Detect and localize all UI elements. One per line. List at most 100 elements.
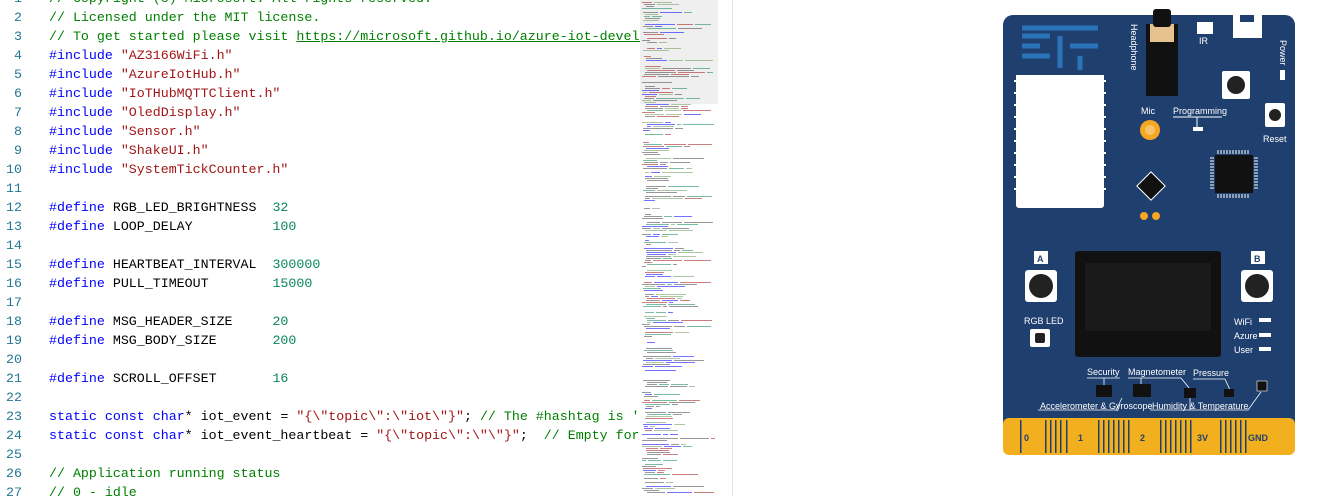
code-line[interactable]: 2 // Licensed under the MIT license. [0,8,640,27]
programming-led [1193,127,1203,131]
minimap-line [642,90,659,91]
code-token: const [104,428,153,443]
code-token: "IoTHubMQTTClient.h" [120,86,281,101]
minimap-line [645,408,652,409]
code-line[interactable]: 5 #include "AzureIotHub.h" [0,65,640,84]
minimap-line [680,438,709,439]
minimap-line [643,160,657,161]
code-token: char [152,428,185,443]
code-line[interactable]: 7 #include "OledDisplay.h" [0,103,640,122]
minimap-line [647,254,666,255]
minimap-line [663,258,672,259]
code-line[interactable]: 25 [0,445,640,464]
minimap-line [644,262,652,263]
code-text: #define RGB_LED_BRIGHTNESS 32 [49,198,288,217]
code-line[interactable]: 11 [0,179,640,198]
minimap-line [668,320,679,321]
code-line[interactable]: 12 #define RGB_LED_BRIGHTNESS 32 [0,198,640,217]
code-line[interactable]: 15 #define HEARTBEAT_INTERVAL 300000 [0,255,640,274]
code-token: RGB_LED_BRIGHTNESS [112,200,273,215]
code-line[interactable]: 8 #include "Sensor.h" [0,122,640,141]
code-line[interactable]: 21 #define SCROLL_OFFSET 16 [0,369,640,388]
minimap-line [665,134,671,135]
line-number: 6 [14,86,22,101]
minimap-line [656,406,660,407]
code-line[interactable]: 4 #include "AZ3166WiFi.h" [0,46,640,65]
code-token: MSG_HEADER_SIZE [112,314,273,329]
minimap-line [688,144,712,145]
minimap-line [644,282,652,283]
code-token: // Empty for heartbeat [543,428,640,443]
ir-sensor [1197,22,1213,34]
code-line[interactable]: 20 [0,350,640,369]
minimap-line [642,40,650,41]
minimap-line [643,360,672,361]
minimap-line [668,412,690,413]
minimap-line [680,300,690,301]
minimap-line [642,392,651,393]
minimap-line [643,356,671,357]
code-line[interactable]: 22 [0,388,640,407]
code-line[interactable]: 16 #define PULL_TIMEOUT 15000 [0,274,640,293]
code-editor[interactable]: 1 // Copyright (c) Microsoft. All rights … [0,0,640,496]
code-line[interactable]: 19 #define MSG_BODY_SIZE 200 [0,331,640,350]
code-line[interactable]: 14 [0,236,640,255]
line-number: 19 [6,333,22,348]
line-number: 1 [0,0,22,8]
code-line[interactable]: 9 #include "ShakeUI.h" [0,141,640,160]
minimap-line [645,68,660,69]
minimap-line [642,466,656,467]
minimap-line [642,8,672,9]
minimap-line [673,486,704,487]
code-line[interactable]: 17 [0,293,640,312]
code-token: "OledDisplay.h" [120,105,241,120]
minimap-line [642,2,652,3]
minimap-line [667,492,692,493]
code-link[interactable]: https://microsoft.github.io/azure-iot-de… [296,29,640,44]
power-label: Power [1278,40,1288,66]
security-label: Security [1087,367,1120,377]
mic-label: Mic [1141,106,1155,116]
minimap-line [654,176,671,177]
code-token: LOOP_DELAY [112,219,273,234]
code-line[interactable]: 3 // To get started please visit https://… [0,27,640,46]
line-number: 12 [6,200,22,215]
minimap-line [646,486,671,487]
code-line[interactable]: 26 // Application running status [0,464,640,483]
minimap-line [673,158,704,159]
code-line[interactable]: 27 // 0 - idle [0,483,640,496]
code-line[interactable]: 1 // Copyright (c) Microsoft. All rights … [0,0,640,8]
code-line[interactable]: 18 #define MSG_HEADER_SIZE 20 [0,312,640,331]
minimap-line [673,196,685,197]
minimap-line [662,234,678,235]
code-line[interactable]: 6 #include "IoTHubMQTTClient.h" [0,84,640,103]
code-line[interactable]: 10 #include "SystemTickCounter.h" [0,160,640,179]
accel-chip [1256,380,1268,392]
minimap-line [645,24,675,25]
minimap-line [670,386,687,387]
minimap-line [642,152,658,153]
minimap-line [658,76,689,77]
minimap-line [644,56,651,57]
code-text: // Licensed under the MIT license. [49,8,320,27]
code-token: #define [49,200,113,215]
minimap-line [668,242,678,243]
minimap-line [660,106,679,107]
minimap-line [643,424,672,425]
minimap-line [647,452,670,453]
code-line[interactable]: 23 static const char* iot_event = "{\"top… [0,407,640,426]
code-line[interactable]: 24 static const char* iot_event_heartbeat… [0,426,640,445]
minimap-line [644,478,658,479]
minimap-line [643,50,669,51]
minimap[interactable] [640,0,718,496]
code-text: #include "Sensor.h" [49,122,201,141]
minimap-line [642,460,646,461]
vertical-scrollbar[interactable] [718,0,732,496]
code-text: static const char* iot_event_heartbeat =… [49,426,640,445]
button-a-label: A [1037,254,1044,264]
code-line[interactable]: 13 #define LOOP_DELAY 100 [0,217,640,236]
code-text: #include "OledDisplay.h" [49,103,241,122]
code-token: #define [49,314,113,329]
minimap-line [645,312,654,313]
minimap-line [666,482,673,483]
